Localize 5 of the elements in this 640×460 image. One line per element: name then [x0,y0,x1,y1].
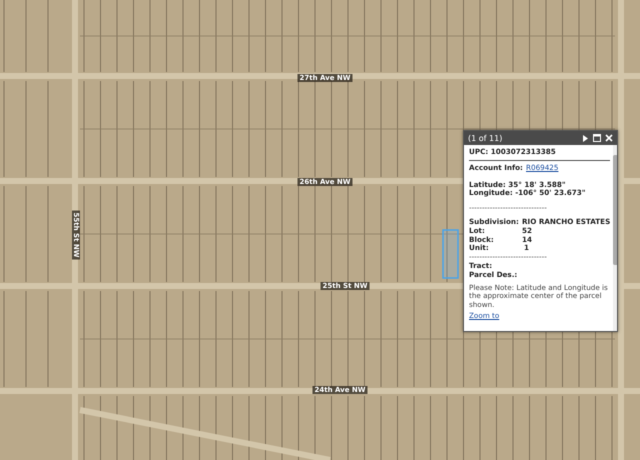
scrollbar[interactable] [613,145,617,331]
next-icon[interactable] [582,134,589,142]
popup-title: (1 of 11) [468,134,504,142]
maximize-icon[interactable] [593,134,601,142]
close-icon[interactable] [605,134,613,142]
